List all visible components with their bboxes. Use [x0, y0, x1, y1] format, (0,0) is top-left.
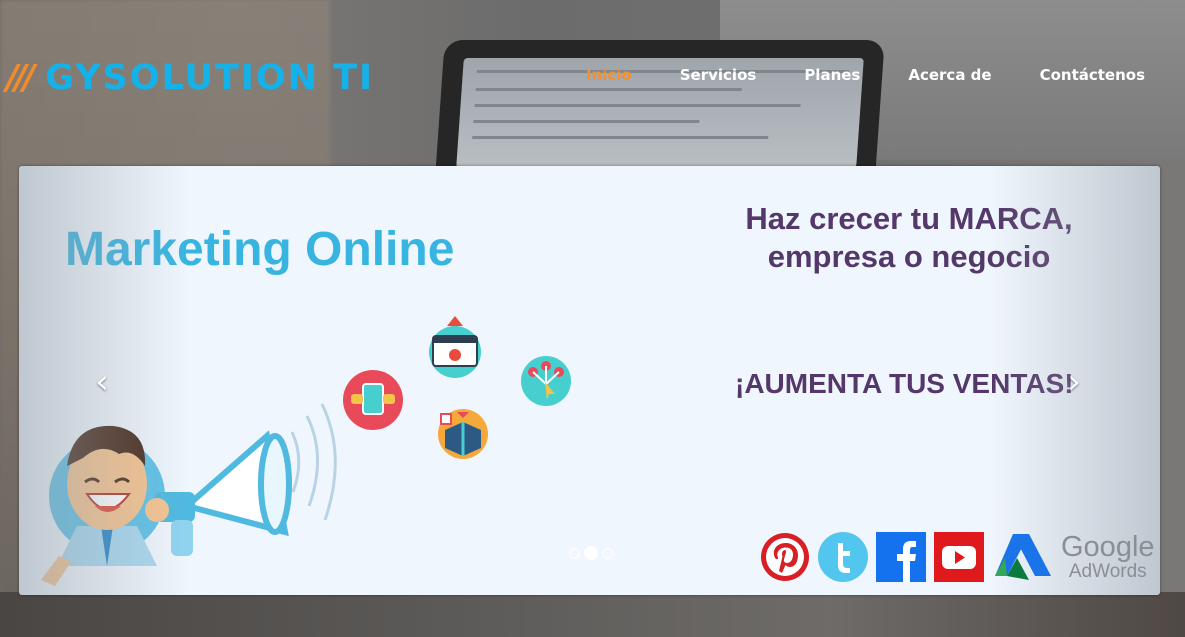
- nav-inicio[interactable]: Inicio: [586, 66, 632, 84]
- carousel-dot-1[interactable]: [569, 547, 580, 559]
- google-adwords-icon: [995, 534, 1051, 580]
- adwords-wordmark: Google AdWords: [1061, 531, 1155, 582]
- social-icons-row: Google AdWords: [759, 530, 1155, 584]
- adwords-word-google: Google: [1061, 531, 1155, 563]
- main-nav: Inicio Servicios Planes Acerca de Contác…: [586, 66, 1185, 84]
- site-logo[interactable]: /// GYSOLUTION TI: [6, 58, 374, 98]
- browser-settings-icon: [429, 316, 481, 378]
- carousel-dot-3[interactable]: [602, 547, 613, 559]
- hero-carousel: Marketing Online Haz crecer tu MARCA, em…: [19, 166, 1160, 595]
- logo-slashes: ///: [6, 58, 35, 98]
- network-click-icon: [521, 356, 571, 406]
- carousel-prev-icon[interactable]: ‹: [87, 362, 117, 402]
- nav-acerca-de[interactable]: Acerca de: [908, 66, 991, 84]
- carousel-indicators: [567, 546, 615, 560]
- tablet-hands-icon: [343, 370, 403, 430]
- nav-servicios[interactable]: Servicios: [680, 66, 757, 84]
- google-adwords-logo: Google AdWords: [995, 530, 1155, 584]
- nav-planes[interactable]: Planes: [804, 66, 860, 84]
- nav-contactenos[interactable]: Contáctenos: [1040, 66, 1145, 84]
- facebook-icon: [876, 532, 926, 582]
- pinterest-icon: [761, 533, 809, 581]
- adwords-word-adwords: AdWords: [1068, 561, 1147, 582]
- youtube-icon: [934, 532, 984, 582]
- logo-text: GYSOLUTION TI: [45, 58, 375, 98]
- carousel-dot-2[interactable]: [584, 546, 598, 560]
- twitter-icon: [818, 532, 868, 582]
- gift-box-icon: [438, 409, 488, 459]
- carousel-next-icon[interactable]: ›: [1059, 362, 1089, 402]
